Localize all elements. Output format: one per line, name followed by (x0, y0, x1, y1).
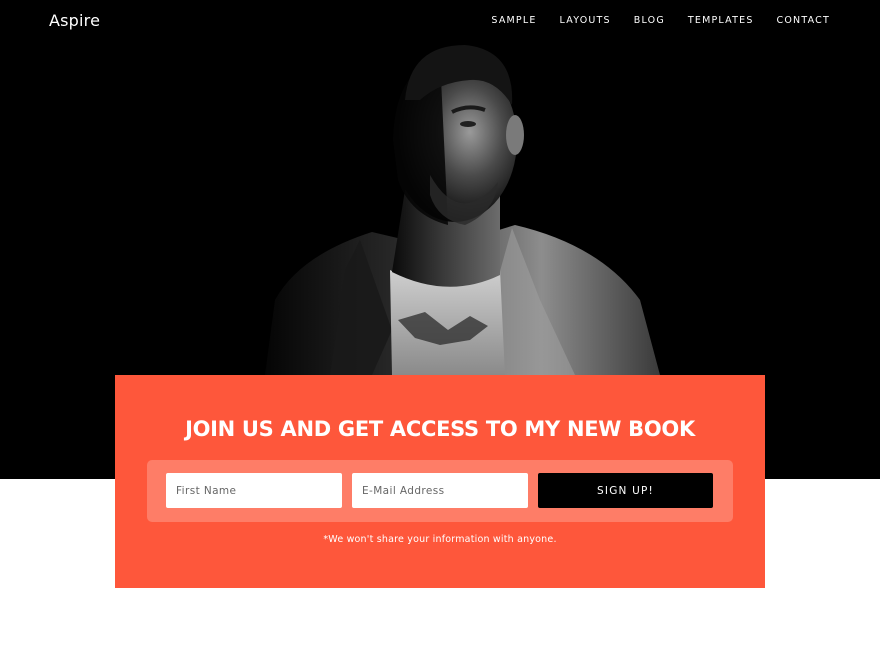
site-title-link[interactable]: Aspire (49, 11, 100, 30)
first-name-input[interactable] (166, 473, 342, 508)
nav-item-sample[interactable]: SAMPLE (491, 15, 536, 26)
signup-heading: JOIN US AND GET ACCESS TO MY NEW BOOK (185, 417, 695, 441)
privacy-disclaimer: *We won't share your information with an… (323, 534, 557, 545)
nav-item-templates[interactable]: TEMPLATES (688, 15, 754, 26)
email-input[interactable] (352, 473, 528, 508)
sign-up-button[interactable]: SIGN UP! (538, 473, 713, 508)
nav-item-layouts[interactable]: LAYOUTS (560, 15, 611, 26)
nav-item-blog[interactable]: BLOG (634, 15, 665, 26)
signup-box: JOIN US AND GET ACCESS TO MY NEW BOOK SI… (115, 375, 765, 588)
landing-page: Aspire SAMPLE LAYOUTS BLOG TEMPLATES CON… (0, 0, 880, 660)
main-navigation: SAMPLE LAYOUTS BLOG TEMPLATES CONTACT (491, 15, 830, 26)
nav-item-contact[interactable]: CONTACT (777, 15, 830, 26)
site-header: Aspire SAMPLE LAYOUTS BLOG TEMPLATES CON… (0, 0, 880, 44)
signup-form-panel: SIGN UP! (147, 460, 733, 522)
